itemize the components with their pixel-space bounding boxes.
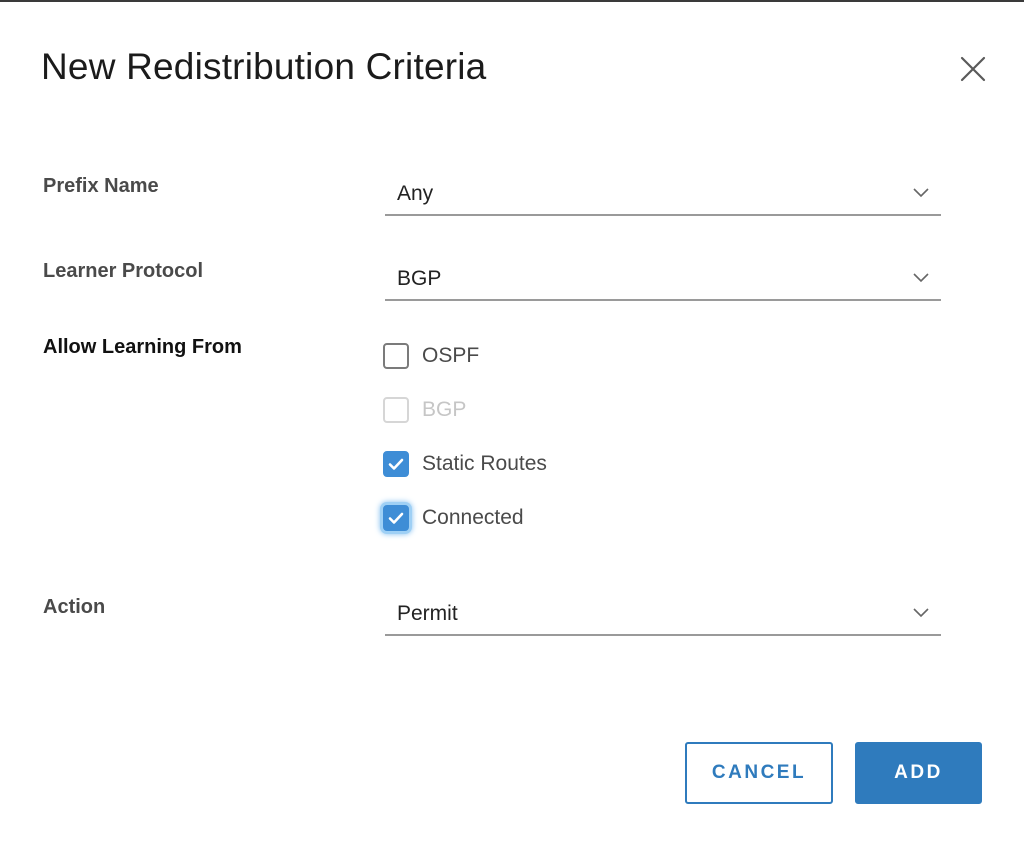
action-select[interactable]: Permit <box>385 592 941 636</box>
prefix-name-select[interactable]: Any <box>385 172 941 216</box>
checkbox-label: BGP <box>422 398 467 421</box>
checkbox-box[interactable] <box>383 343 409 369</box>
checkbox-label: Static Routes <box>422 452 547 475</box>
checkbox-connected[interactable]: Connected <box>383 504 524 532</box>
checkbox-label: Connected <box>422 506 524 529</box>
allow-learning-from-label: Allow Learning From <box>43 336 242 358</box>
action-value: Permit <box>397 602 458 625</box>
prefix-name-value: Any <box>397 182 434 205</box>
close-button[interactable] <box>955 51 991 87</box>
learner-protocol-value: BGP <box>397 267 442 290</box>
learner-protocol-select[interactable]: BGP <box>385 257 941 301</box>
checkbox-label: OSPF <box>422 344 480 367</box>
checkbox-box[interactable] <box>383 451 409 477</box>
learner-protocol-label: Learner Protocol <box>43 260 204 282</box>
chevron-down-icon <box>913 188 929 198</box>
checkbox-box <box>383 397 409 423</box>
checkbox-box[interactable] <box>383 505 409 531</box>
cancel-button[interactable]: CANCEL <box>685 742 833 804</box>
checkbox-ospf[interactable]: OSPF <box>383 342 479 370</box>
checkbox-static-routes[interactable]: Static Routes <box>383 450 547 478</box>
checkmark-icon <box>388 458 404 470</box>
prefix-name-label: Prefix Name <box>43 175 159 197</box>
chevron-down-icon <box>913 273 929 283</box>
close-icon <box>960 56 986 82</box>
checkmark-icon <box>388 512 404 524</box>
checkbox-bgp: BGP <box>383 396 466 424</box>
action-label: Action <box>43 596 106 618</box>
dialog-title: New Redistribution Criteria <box>41 46 487 87</box>
redistribution-dialog: New Redistribution Criteria Prefix Name … <box>0 2 1024 841</box>
chevron-down-icon <box>913 608 929 618</box>
add-button[interactable]: ADD <box>855 742 982 804</box>
